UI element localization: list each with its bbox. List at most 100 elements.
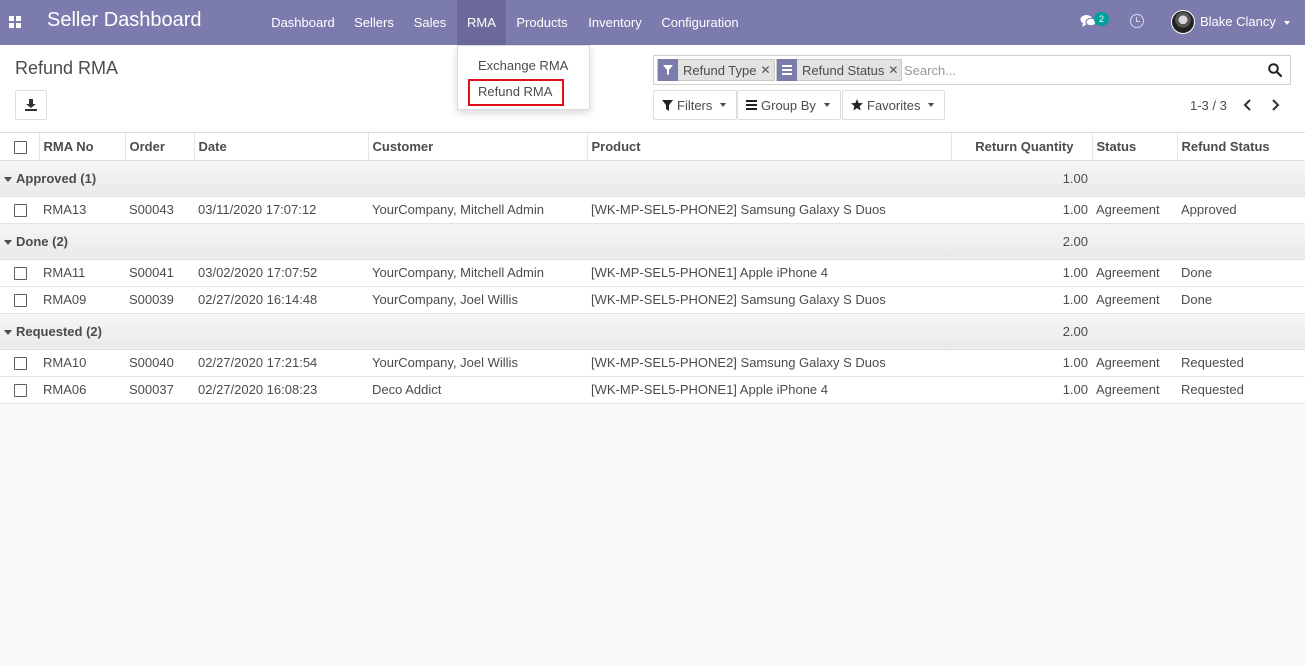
- group-label: Done (2): [16, 233, 68, 249]
- facet-refund-status[interactable]: Refund Status ✕: [776, 59, 903, 81]
- cell-rma-no: RMA09: [39, 286, 125, 314]
- filters-button[interactable]: Filters: [653, 90, 737, 120]
- row-checkbox[interactable]: [14, 384, 27, 398]
- row-checkbox[interactable]: [14, 294, 27, 308]
- facet-refund-type[interactable]: Refund Type ✕: [657, 59, 775, 81]
- cell-product: [WK-MP-SEL5-PHONE2] Samsung Galaxy S Duo…: [587, 196, 951, 224]
- filter-icon: [662, 99, 673, 111]
- cell-rma-no: RMA13: [39, 196, 125, 224]
- star-icon: [851, 99, 863, 111]
- table-row[interactable]: RMA10 S00040 02/27/2020 17:21:54 YourCom…: [0, 349, 1305, 377]
- user-name[interactable]: Blake Clancy: [1200, 14, 1276, 29]
- group-by-icon: [746, 100, 757, 110]
- cell-product: [WK-MP-SEL5-PHONE1] Apple iPhone 4: [587, 376, 951, 404]
- cell-status: Agreement: [1092, 286, 1177, 314]
- chat-count-badge: 2: [1094, 12, 1109, 26]
- column-header-product[interactable]: Product: [587, 133, 952, 161]
- column-header-return-quantity[interactable]: Return Quantity: [951, 133, 1093, 161]
- app-title: Seller Dashboard: [47, 9, 202, 31]
- menu-inventory[interactable]: Inventory: [578, 0, 652, 45]
- caret-down-icon: [4, 239, 12, 245]
- chevron-right-icon[interactable]: [1268, 97, 1282, 113]
- facet-label: Refund Type: [683, 62, 757, 78]
- table-row[interactable]: RMA09 S00039 02/27/2020 16:14:48 YourCom…: [0, 286, 1305, 314]
- menu-products[interactable]: Products: [506, 0, 578, 45]
- cell-product: [WK-MP-SEL5-PHONE2] Samsung Galaxy S Duo…: [587, 349, 951, 377]
- select-all-cell[interactable]: [0, 133, 40, 161]
- table-row[interactable]: RMA13 S00043 03/11/2020 17:07:12 YourCom…: [0, 196, 1305, 224]
- search-bar[interactable]: Refund Type ✕ Refund Status ✕: [653, 55, 1291, 85]
- table-row[interactable]: RMA11 S00041 03/02/2020 17:07:52 YourCom…: [0, 259, 1305, 287]
- menu-configuration[interactable]: Configuration: [652, 0, 748, 45]
- row-checkbox[interactable]: [14, 357, 27, 371]
- cell-status: Agreement: [1092, 196, 1177, 224]
- column-header-customer[interactable]: Customer: [368, 133, 588, 161]
- chevron-left-icon[interactable]: [1241, 97, 1255, 113]
- group-by-button[interactable]: Group By: [737, 90, 841, 120]
- cell-order: S00043: [125, 196, 194, 224]
- control-panel: Refund RMA Refund Type ✕ Refund Status ✕: [0, 45, 1305, 133]
- cell-refund-status: Done: [1177, 259, 1305, 287]
- cell-order: S00041: [125, 259, 194, 287]
- cell-customer: YourCompany, Joel Willis: [368, 349, 587, 377]
- column-header-status[interactable]: Status: [1092, 133, 1178, 161]
- menu-rma[interactable]: RMA: [457, 0, 506, 45]
- cell-date: 03/02/2020 17:07:52: [194, 259, 368, 287]
- row-checkbox[interactable]: [14, 267, 27, 281]
- rma-dropdown-menu: Exchange RMA Refund RMA: [457, 45, 590, 110]
- cell-return-quantity: 1.00: [951, 259, 1092, 287]
- group-row[interactable]: Requested (2) 2.00: [0, 313, 1305, 350]
- group-label: Requested (2): [16, 323, 102, 339]
- cell-refund-status: Requested: [1177, 376, 1305, 404]
- apps-menu-icon[interactable]: [9, 16, 21, 28]
- user-avatar[interactable]: [1171, 10, 1195, 34]
- search-icon[interactable]: [1268, 63, 1282, 77]
- column-header-rma-no[interactable]: RMA No: [39, 133, 126, 161]
- column-header-order[interactable]: Order: [125, 133, 195, 161]
- group-row[interactable]: Done (2) 2.00: [0, 223, 1305, 260]
- caret-down-icon: [823, 103, 830, 107]
- cell-rma-no: RMA11: [39, 259, 125, 287]
- filter-icon: [658, 59, 678, 81]
- cell-product: [WK-MP-SEL5-PHONE2] Samsung Galaxy S Duo…: [587, 286, 951, 314]
- table-row[interactable]: RMA06 S00037 02/27/2020 16:08:23 Deco Ad…: [0, 376, 1305, 404]
- cell-return-quantity: 1.00: [951, 196, 1092, 224]
- cell-rma-no: RMA06: [39, 376, 125, 404]
- highlight-box: [468, 79, 564, 106]
- row-checkbox[interactable]: [14, 204, 27, 218]
- remove-facet-icon[interactable]: ✕: [760, 63, 773, 77]
- cell-refund-status: Requested: [1177, 349, 1305, 377]
- cell-status: Agreement: [1092, 349, 1177, 377]
- remove-facet-icon[interactable]: ✕: [888, 63, 901, 77]
- column-header-date[interactable]: Date: [194, 133, 369, 161]
- page-title: Refund RMA: [15, 58, 119, 78]
- caret-down-icon: [928, 103, 935, 107]
- group-by-label: Group By: [761, 97, 816, 113]
- group-label: Approved (1): [16, 170, 97, 186]
- cell-customer: Deco Addict: [368, 376, 587, 404]
- table-header-row: RMA No Order Date Customer Product Retur…: [0, 133, 1305, 161]
- search-input[interactable]: [904, 61, 1254, 79]
- menu-sellers[interactable]: Sellers: [344, 0, 404, 45]
- user-menu-caret-icon[interactable]: [1284, 21, 1290, 25]
- cell-rma-no: RMA10: [39, 349, 125, 377]
- group-total: 2.00: [951, 223, 1092, 260]
- menu-item-exchange-rma[interactable]: Exchange RMA: [478, 58, 568, 73]
- group-total: 1.00: [951, 160, 1092, 197]
- select-all-checkbox[interactable]: [14, 140, 27, 154]
- cell-order: S00037: [125, 376, 194, 404]
- menu-sales[interactable]: Sales: [404, 0, 456, 45]
- export-download-button[interactable]: [15, 90, 47, 120]
- cell-order: S00040: [125, 349, 194, 377]
- column-header-refund-status[interactable]: Refund Status: [1177, 133, 1305, 161]
- pager-value[interactable]: 1-3 / 3: [1190, 98, 1227, 113]
- cell-refund-status: Approved: [1177, 196, 1305, 224]
- cell-date: 02/27/2020 16:14:48: [194, 286, 368, 314]
- activity-clock-icon[interactable]: [1130, 14, 1144, 28]
- favorites-button[interactable]: Favorites: [842, 90, 945, 120]
- menu-dashboard[interactable]: Dashboard: [262, 0, 344, 45]
- cell-status: Agreement: [1092, 259, 1177, 287]
- group-row[interactable]: Approved (1) 1.00: [0, 160, 1305, 197]
- cell-return-quantity: 1.00: [951, 376, 1092, 404]
- cell-refund-status: Done: [1177, 286, 1305, 314]
